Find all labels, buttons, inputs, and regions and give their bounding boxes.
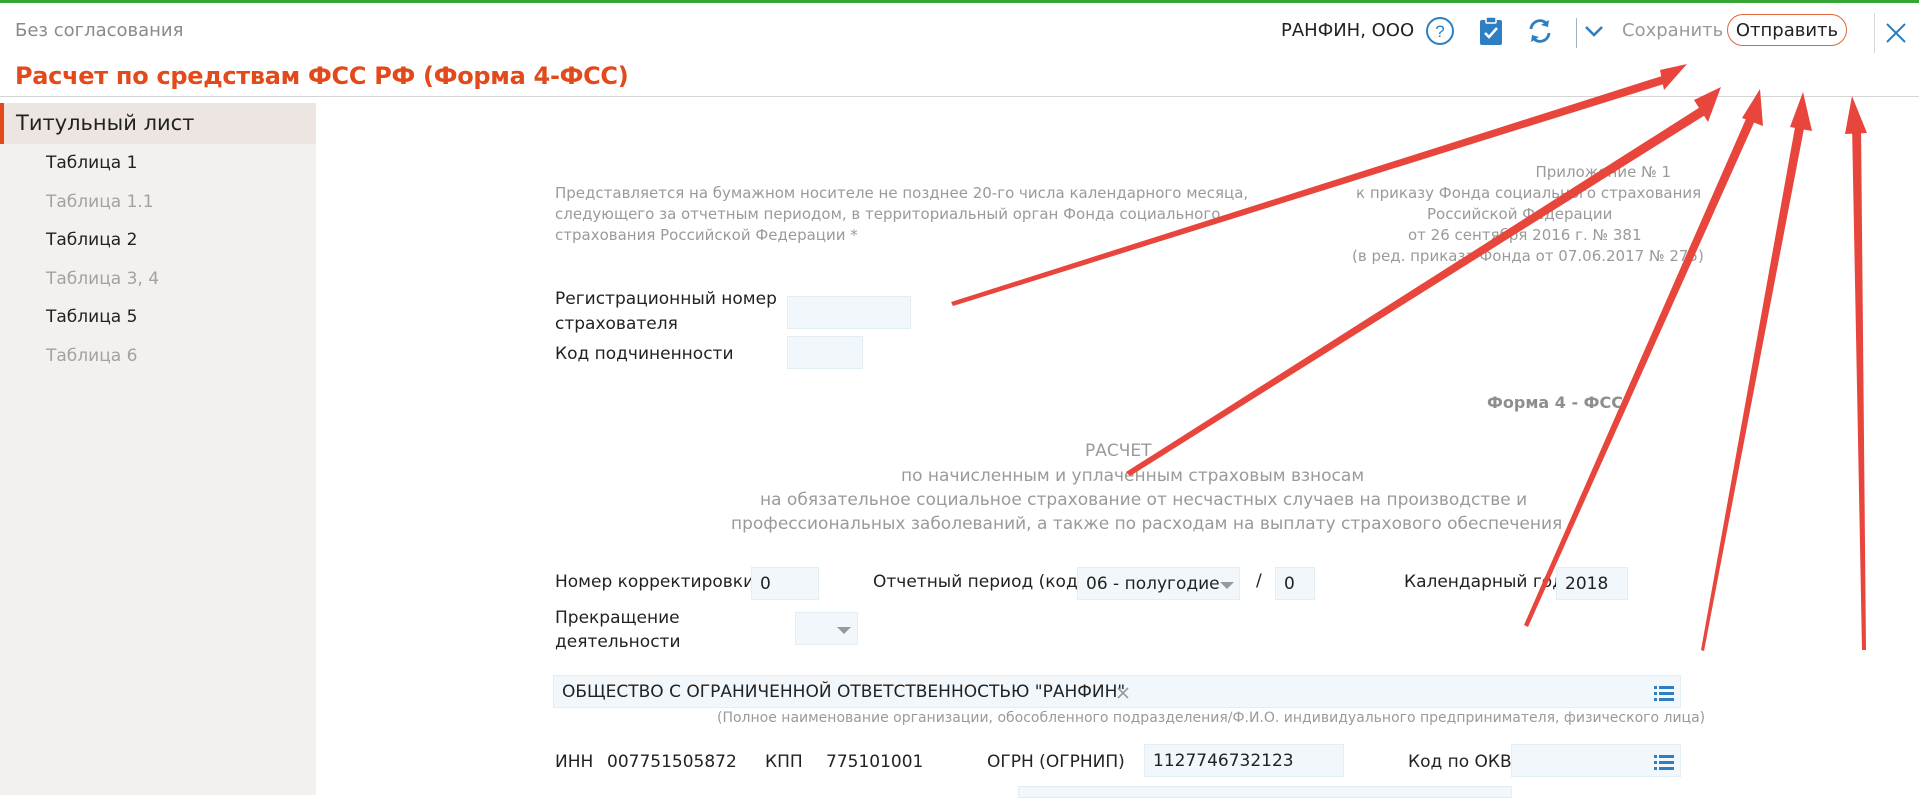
annotation-arrow — [1660, 64, 1687, 90]
annotation-arrow — [951, 76, 1664, 306]
annotation-arrow — [1742, 89, 1763, 126]
annotation-arrow — [1790, 92, 1812, 131]
annotation-arrow — [1845, 96, 1867, 134]
annotation-arrow — [1852, 124, 1866, 650]
annotation-arrows — [951, 64, 1867, 651]
